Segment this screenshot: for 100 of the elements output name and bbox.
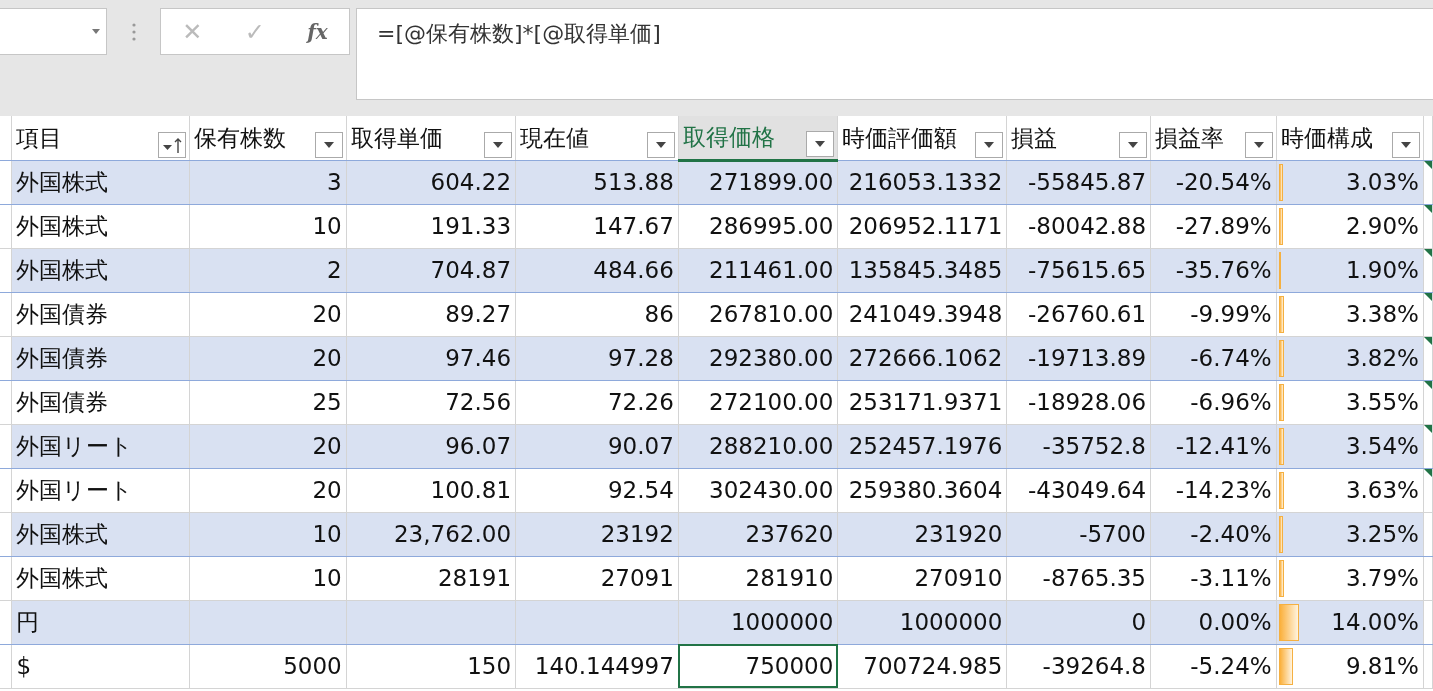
table-cell: 100.81 <box>430 476 512 503</box>
table-cell: 1000000 <box>899 608 1003 635</box>
formula-field[interactable]: =[@保有株数]*[@取得単価] <box>356 8 1433 100</box>
table-cell: 231920 <box>914 520 1003 547</box>
caret-icon <box>655 141 666 148</box>
table-cell: 292380.00 <box>709 344 834 371</box>
vertical-dots-icon[interactable] <box>131 21 136 42</box>
table-cell: 96.07 <box>445 432 512 459</box>
filter-button[interactable] <box>1119 131 1147 158</box>
table-cell: -2.40% <box>1190 520 1272 547</box>
filter-button[interactable] <box>646 131 675 158</box>
table-cell: 23,762.00 <box>394 520 512 547</box>
dropdown-caret-icon <box>92 29 100 34</box>
table-cell: 外国債券 <box>16 388 109 415</box>
table-cell: -27.89% <box>1175 212 1272 239</box>
table-cell: 27091 <box>600 564 674 591</box>
table-cell: -55845.87 <box>1027 168 1146 195</box>
table-cell: 10 <box>312 564 342 591</box>
filter-button[interactable] <box>157 131 186 158</box>
table-cell: -12.41% <box>1175 432 1272 459</box>
table-cell: -43049.64 <box>1027 476 1146 503</box>
table-cell: 2 <box>327 256 342 283</box>
table-cell: 3.03% <box>1345 168 1419 195</box>
table-cell: -20.54% <box>1175 168 1272 195</box>
table-cell: 288210.00 <box>709 432 834 459</box>
table-cell: 0.00% <box>1198 608 1272 635</box>
table-cell: 72.26 <box>607 388 674 415</box>
table-cell: -5.24% <box>1190 652 1272 679</box>
table-cell: 外国リート <box>16 476 134 503</box>
table-cell: -3.11% <box>1190 564 1272 591</box>
table-cell: 外国株式 <box>16 256 109 283</box>
table-cell: 外国債券 <box>16 300 109 327</box>
table-cell: 604.22 <box>430 168 512 195</box>
table-cell: 135845.3485 <box>848 256 1003 283</box>
table-cell: 3.54% <box>1345 432 1419 459</box>
table-cell: 484.66 <box>593 256 674 283</box>
table-cell: -6.96% <box>1190 388 1272 415</box>
table-cell: 23192 <box>600 520 674 547</box>
table-cell: 237620 <box>745 520 834 547</box>
table-cell: 3.38% <box>1345 300 1419 327</box>
table-cell: 150 <box>467 652 512 679</box>
column-header: 現在値 <box>520 125 590 151</box>
filter-button[interactable] <box>975 131 1004 158</box>
table-cell: -18928.06 <box>1027 388 1146 415</box>
table-cell: 97.28 <box>607 344 674 371</box>
table-cell: 272666.1062 <box>848 344 1003 371</box>
table-cell: 外国株式 <box>16 564 109 591</box>
table-cell: 28191 <box>437 564 512 591</box>
table-cell: -9.99% <box>1190 300 1272 327</box>
caret-icon <box>323 141 334 148</box>
table-cell: 20 <box>312 300 342 327</box>
caret-icon <box>1128 141 1138 148</box>
table-cell: 147.67 <box>593 212 674 239</box>
caret-icon <box>815 140 826 147</box>
column-header: 項目 <box>16 125 63 151</box>
table-cell: 3.55% <box>1345 388 1419 415</box>
table-cell: 2.90% <box>1345 212 1419 239</box>
column-header: 時価評価額 <box>842 125 958 151</box>
table-cell: 3.25% <box>1345 520 1419 547</box>
filter-button[interactable] <box>484 131 513 158</box>
column-header: 保有株数 <box>193 125 286 151</box>
table-cell: 20 <box>312 432 342 459</box>
table-cell: 外国リート <box>16 432 134 459</box>
table-cell: 267810.00 <box>709 300 834 327</box>
table-cell: 211461.00 <box>709 256 834 283</box>
filter-button[interactable] <box>1244 131 1273 158</box>
table-cell: 89.27 <box>445 300 512 327</box>
table-cell: -19713.89 <box>1027 344 1146 371</box>
table-cell: 253171.9371 <box>848 388 1003 415</box>
caret-icon <box>493 141 504 148</box>
table-cell: 90.07 <box>607 432 674 459</box>
table-cell: 10 <box>312 520 342 547</box>
table-cell: -75615.65 <box>1027 256 1146 283</box>
table-cell: 72.56 <box>445 388 512 415</box>
table-cell: 3.63% <box>1345 476 1419 503</box>
table-cell: 5000 <box>283 652 342 679</box>
column-header: 損益 <box>1011 125 1058 151</box>
table-cell: 86 <box>644 300 674 327</box>
name-box-field[interactable] <box>0 8 107 55</box>
filter-button[interactable] <box>314 131 343 158</box>
table-cell: 281910 <box>745 564 834 591</box>
table-cell: 252457.1976 <box>848 432 1003 459</box>
table-cell: 259380.3604 <box>848 476 1003 503</box>
table-cell: 1.90% <box>1345 256 1419 283</box>
table-cell: 3 <box>327 168 342 195</box>
table-cell: 272100.00 <box>709 388 834 415</box>
insert-function-button[interactable]: fx <box>301 21 334 42</box>
table-cell: -39264.8 <box>1042 652 1146 679</box>
table-cell: 704.87 <box>430 256 512 283</box>
table-cell: 9.81% <box>1345 652 1419 679</box>
table-cell: 20 <box>312 476 342 503</box>
filter-button[interactable] <box>1391 131 1420 158</box>
table-cell: 円 <box>16 608 40 635</box>
table-cell: 270910 <box>914 564 1003 591</box>
table-cell: 216053.1332 <box>848 168 1003 195</box>
table-cell: 92.54 <box>607 476 674 503</box>
table-cell: 外国株式 <box>16 168 109 195</box>
filter-button[interactable] <box>806 130 835 157</box>
table-cell: 241049.3948 <box>848 300 1003 327</box>
table-cell: -6.74% <box>1190 344 1272 371</box>
